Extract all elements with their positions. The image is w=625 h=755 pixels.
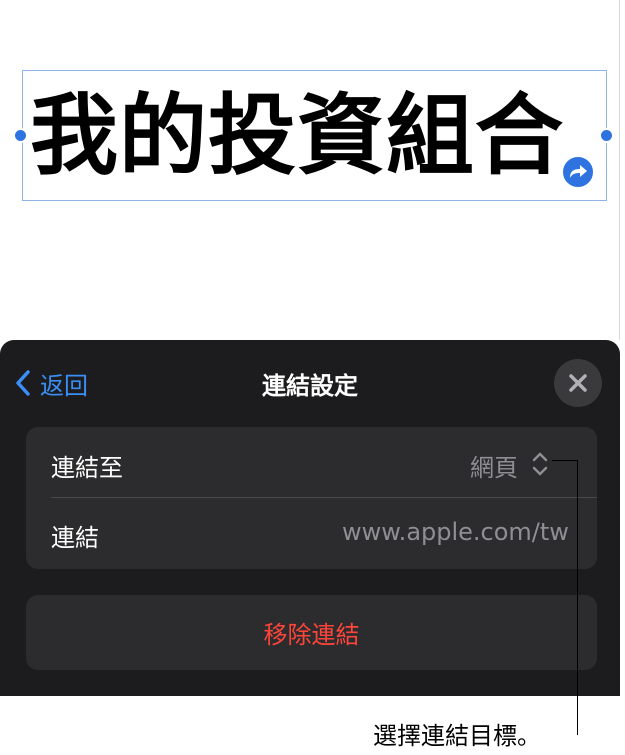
callout-line-horizontal (552, 460, 578, 461)
link-label: 連結 (51, 524, 99, 552)
document-title-text[interactable]: 我的投資組合 (30, 78, 600, 193)
remove-link-button[interactable]: 移除連結 (26, 595, 597, 670)
canvas-edge (619, 0, 620, 340)
link-arrow-icon (570, 165, 587, 178)
callout-text: 選擇連結目標。 (373, 722, 541, 750)
panel-title: 連結設定 (262, 372, 358, 400)
callout-line-vertical (577, 460, 578, 735)
row-divider (51, 497, 597, 498)
selection-handle-right[interactable] (599, 128, 614, 143)
link-badge[interactable] (560, 154, 596, 190)
link-to-label: 連結至 (51, 454, 123, 482)
link-to-value[interactable]: 網頁 (470, 448, 518, 483)
close-button[interactable] (554, 359, 602, 407)
up-down-chevron-icon[interactable] (530, 450, 550, 478)
link-url-field[interactable]: www.apple.com/tw (342, 518, 574, 546)
selection-handle-left[interactable] (13, 128, 28, 143)
close-icon (569, 374, 587, 392)
